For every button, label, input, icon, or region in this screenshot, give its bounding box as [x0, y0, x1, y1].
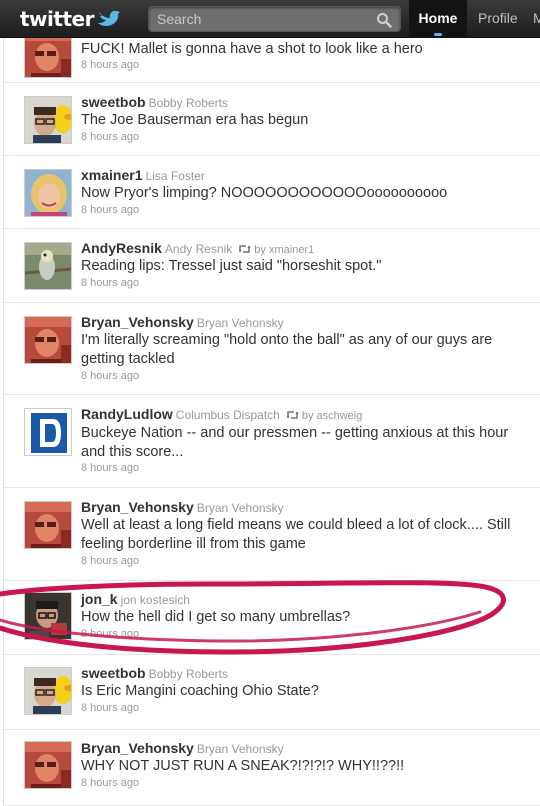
tweet-text: FUCK! Mallet is gonna have a shot to loo…	[81, 41, 423, 57]
search-input[interactable]	[149, 7, 369, 31]
tweet-timestamp-link[interactable]: 8 hours ago	[81, 777, 139, 789]
tweet-timestamp-link[interactable]: 8 hours ago	[81, 462, 139, 474]
tweet-timestamp-link[interactable]: 8 hours ago	[81, 277, 139, 289]
tweet-item[interactable]: Bryan_Vehonsky Bryan Vehonsky WHY NOT JUST…	[4, 731, 540, 806]
avatar-dispatch-logo-icon[interactable]	[24, 408, 72, 456]
tweet-item[interactable]: Bryan_Vehonsky Bryan Vehonsky I'm literall…	[4, 304, 540, 395]
screen-name-link[interactable]: jon_k	[81, 591, 118, 607]
screen-name-link[interactable]: sweetbob	[81, 94, 146, 110]
retweeted-by-link[interactable]: by xmainer1	[254, 244, 314, 256]
logo-text: twitter	[20, 7, 94, 31]
tweet-timestamp-link[interactable]: 8 hours ago	[81, 59, 139, 71]
avatar-red-tint-icon[interactable]	[24, 316, 72, 364]
tweet-text: Well at least a long field means we coul…	[81, 517, 511, 552]
nav-profile[interactable]: Profile	[478, 0, 518, 38]
tweet-header: RandyLudlow Columbus Dispatch by aschweig	[81, 406, 362, 423]
tweet-timestamp-link[interactable]: 8 hours ago	[81, 628, 139, 640]
full-name: Andy Resnik	[164, 242, 233, 256]
active-tab-indicator	[434, 33, 442, 36]
retweet-attribution: by aschweig	[286, 410, 363, 423]
avatar-red-tint-icon[interactable]	[24, 501, 72, 549]
tweet-item[interactable]: Bryan_Vehonsky Bryan Vehonsky Well at leas…	[4, 489, 540, 581]
screen-name-link[interactable]: RandyLudlow	[81, 406, 173, 422]
bird-icon	[97, 7, 121, 32]
avatar-umbrellas-icon[interactable]	[24, 592, 72, 640]
tweet-item[interactable]: xmainer1 Lisa Foster Now Pryor's limping? …	[4, 157, 540, 229]
screen-name-link[interactable]: Bryan_Vehonsky	[81, 740, 194, 756]
screen-name-link[interactable]: Bryan_Vehonsky	[81, 314, 194, 330]
avatar-duck-icon[interactable]	[24, 96, 72, 144]
tweet-header: Bryan_Vehonsky Bryan Vehonsky	[81, 499, 284, 515]
avatar-duck-icon[interactable]	[24, 667, 72, 715]
tweet-header: sweetbob Bobby Roberts	[81, 665, 228, 681]
screen-name-link[interactable]: Bryan_Vehonsky	[81, 499, 194, 515]
screen-name-link[interactable]: xmainer1	[81, 167, 142, 183]
screen-name-link[interactable]: sweetbob	[81, 665, 146, 681]
tweet-text: Now Pryor's limping? NOOOOOOOOOOOOoooooo…	[81, 185, 448, 201]
tweet-header: sweetbob Bobby Roberts	[81, 94, 228, 110]
tweet-item[interactable]: jon_k jon kostesich How the hell did I get…	[4, 582, 540, 655]
tweet-header: Bryan_Vehonsky Bryan Vehonsky	[81, 314, 284, 330]
tweet-text: Is Eric Mangini coaching Ohio State?	[81, 683, 319, 699]
tweet-header: xmainer1 Lisa Foster	[81, 167, 205, 183]
tweet-text: WHY NOT JUST RUN A SNEAK?!?!?!? WHY!!??!…	[81, 758, 405, 774]
avatar-bird-icon[interactable]	[24, 242, 72, 290]
tweet-timestamp-link[interactable]: 8 hours ago	[81, 555, 139, 567]
top-bar: twitter Home Profile M	[0, 0, 540, 38]
tweet-item[interactable]: RandyLudlow Columbus Dispatch by aschweig B…	[4, 396, 540, 488]
retweet-attribution: by xmainer1	[238, 244, 314, 256]
full-name: Bryan Vehonsky	[196, 742, 284, 756]
twitter-logo[interactable]: twitter	[20, 6, 121, 32]
full-name: Bobby Roberts	[148, 667, 228, 681]
tweet-timestamp-link[interactable]: 8 hours ago	[81, 370, 139, 382]
retweet-icon	[238, 244, 251, 257]
nav-messages[interactable]: M	[533, 0, 540, 38]
tweet-text: How the hell did I get so many umbrellas…	[81, 609, 351, 625]
tweet-text: I'm literally screaming "hold onto the b…	[81, 332, 493, 367]
avatar-red-tint-icon[interactable]	[24, 741, 72, 789]
tweet-timestamp-link[interactable]: 8 hours ago	[81, 702, 139, 714]
retweet-icon	[286, 410, 299, 423]
full-name: Bobby Roberts	[148, 96, 228, 110]
retweeted-by-link[interactable]: by aschweig	[302, 410, 363, 422]
tweet-item[interactable]: FUCK! Mallet is gonna have a shot to loo…	[4, 38, 540, 83]
full-name: jon kostesich	[120, 593, 190, 607]
tweet-item[interactable]: AndyResnik Andy Resnik by xmainer1 Reading …	[4, 230, 540, 303]
avatar-red-tint-icon[interactable]	[24, 38, 72, 78]
full-name: Bryan Vehonsky	[196, 316, 284, 330]
search-icon[interactable]	[376, 12, 392, 33]
tweet-header: AndyResnik Andy Resnik by xmainer1	[81, 240, 314, 257]
screen-name-link[interactable]: AndyResnik	[81, 240, 162, 256]
tweet-item[interactable]: sweetbob Bobby Roberts Is Eric Mangini coa…	[4, 656, 540, 730]
tweet-header: jon_k jon kostesich	[81, 591, 190, 607]
avatar-blonde-icon[interactable]	[24, 169, 72, 217]
search-box[interactable]	[148, 6, 401, 32]
tweet-text: Buckeye Nation -- and our pressmen -- ge…	[81, 425, 509, 460]
tweet-text: The Joe Bauserman era has begun	[81, 112, 309, 128]
tweet-timestamp-link[interactable]: 8 hours ago	[81, 204, 139, 216]
tweet-item[interactable]: sweetbob Bobby Roberts The Joe Bauserman e…	[4, 84, 540, 156]
tweet-timestamp-link[interactable]: 8 hours ago	[81, 131, 139, 143]
tweet-header: Bryan_Vehonsky Bryan Vehonsky	[81, 740, 284, 756]
tweet-text: Reading lips: Tressel just said "horsesh…	[81, 258, 382, 274]
full-name: Bryan Vehonsky	[196, 501, 284, 515]
full-name: Columbus Dispatch	[175, 408, 280, 422]
full-name: Lisa Foster	[145, 169, 205, 183]
